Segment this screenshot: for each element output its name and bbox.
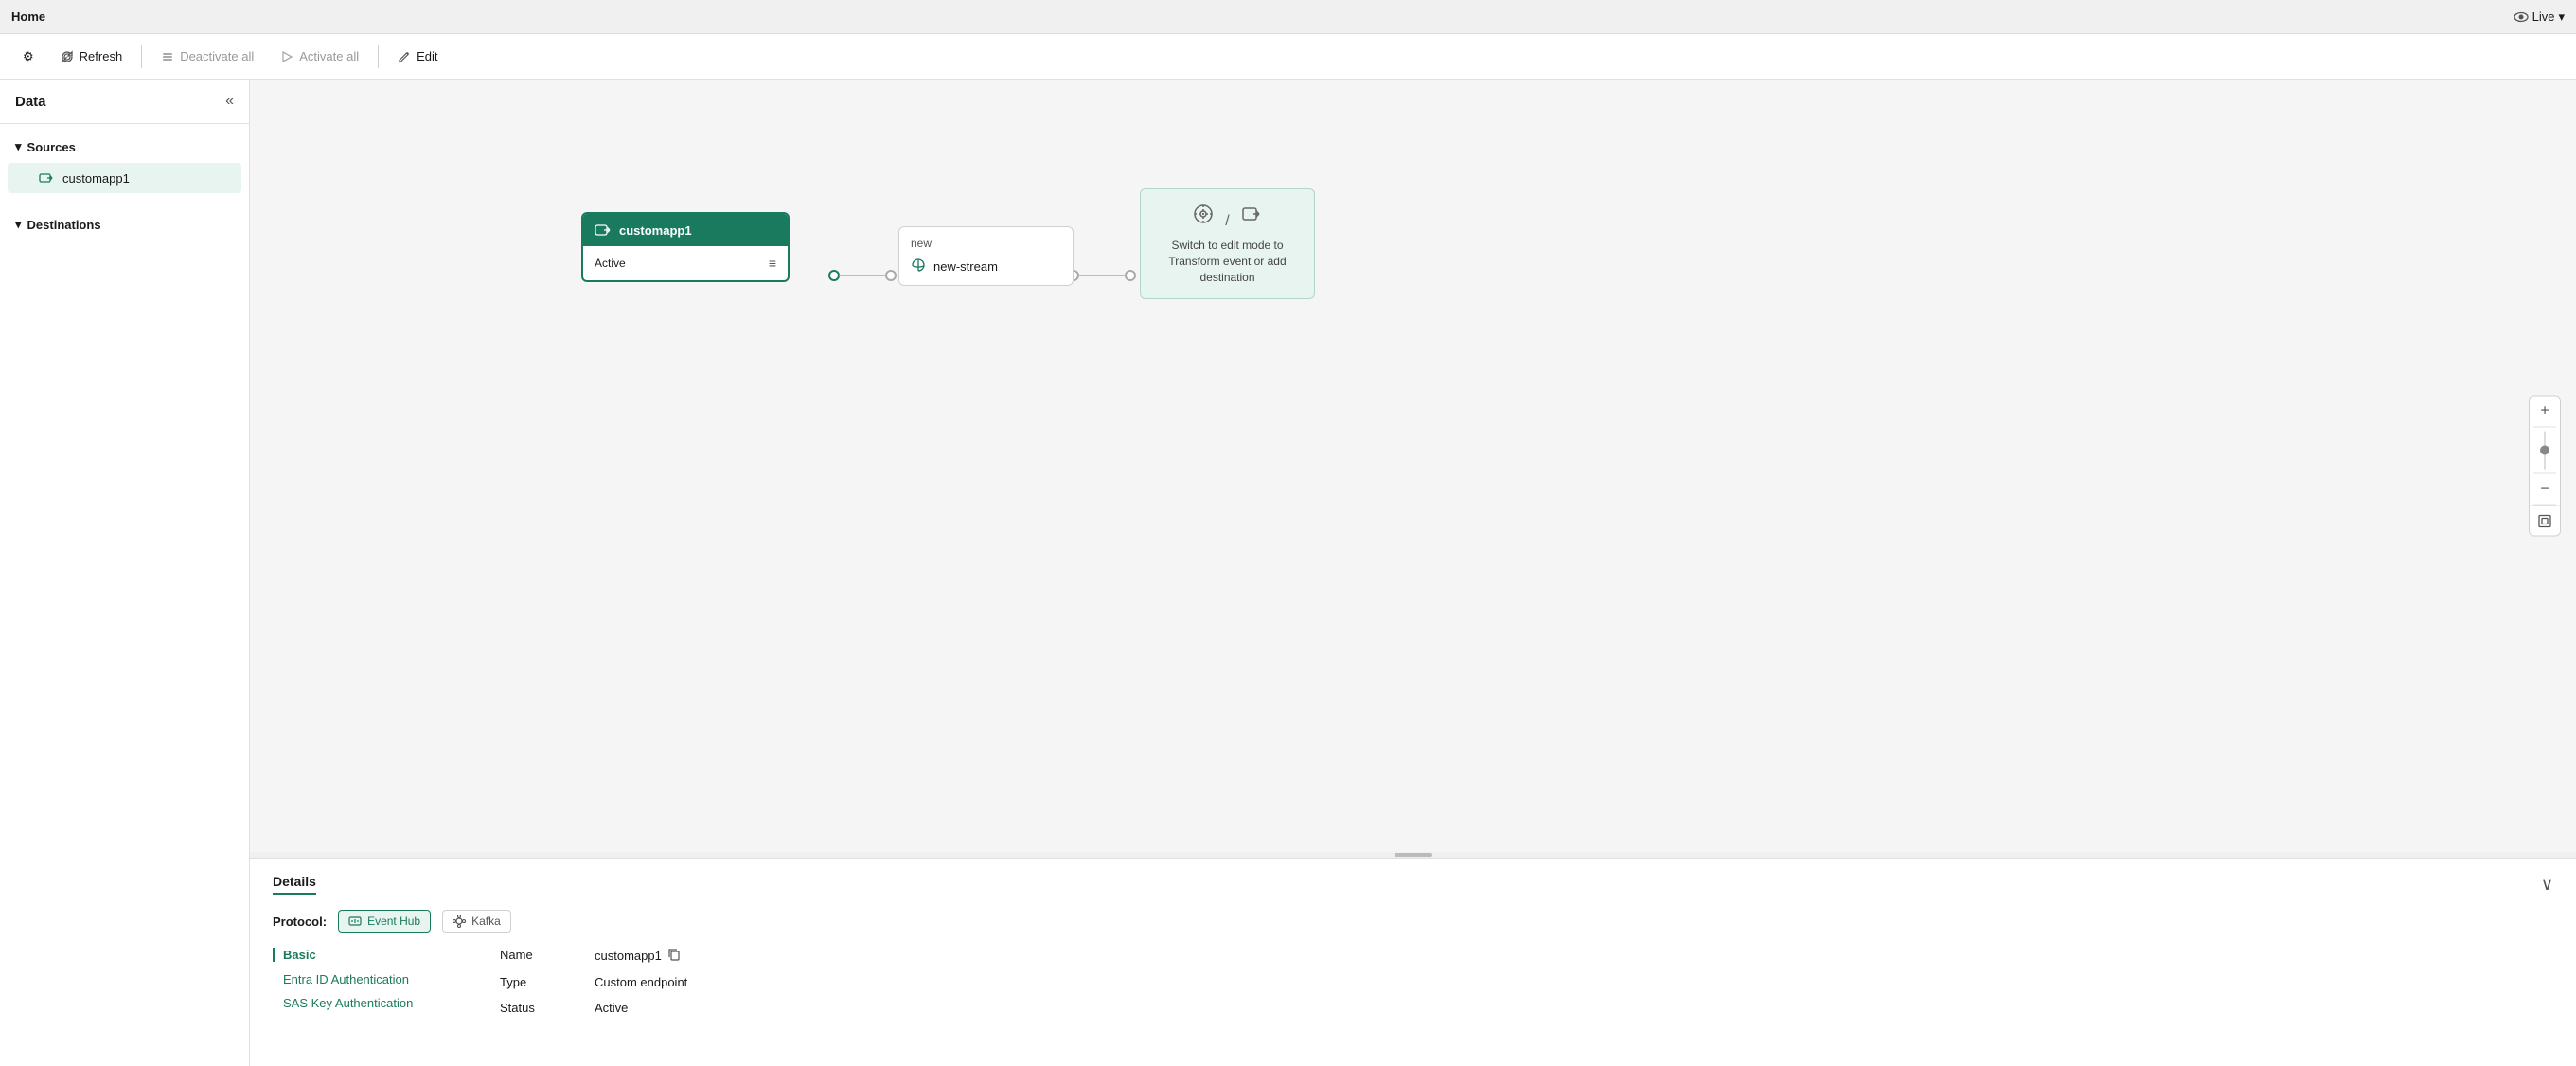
toolbar-divider-1 xyxy=(141,45,142,68)
canvas-main: customapp1 Active ≡ new xyxy=(250,80,2576,852)
canvas-background[interactable]: customapp1 Active ≡ new xyxy=(250,80,2576,852)
connector-svg xyxy=(250,80,2576,852)
details-fields: Name customapp1 xyxy=(500,948,687,1015)
settings-icon: ⚙ xyxy=(23,49,34,64)
refresh-icon xyxy=(61,50,74,63)
scroll-pill xyxy=(1395,853,1432,857)
dest-node-text: Switch to edit mode to Transform event o… xyxy=(1156,238,1299,285)
sources-section-header[interactable]: ▾ Sources xyxy=(0,132,249,162)
main-layout: Data « ▾ Sources customapp1 xyxy=(0,80,2576,1066)
protocol-eventhub-button[interactable]: Event Hub xyxy=(338,910,431,933)
field-value-status: Active xyxy=(595,1001,628,1015)
zoom-slider xyxy=(2544,428,2546,473)
eventhub-label: Event Hub xyxy=(367,915,420,928)
live-badge[interactable]: Live ▾ xyxy=(2514,9,2565,25)
details-panel: Details ∨ Protocol: Event Hub xyxy=(250,858,2576,1066)
field-row-type: Type Custom endpoint xyxy=(500,975,687,989)
details-collapse-button[interactable]: ∨ xyxy=(2541,875,2553,895)
field-row-status: Status Active xyxy=(500,1001,687,1015)
details-nav-basic: Basic xyxy=(273,948,443,962)
details-nav: Basic Entra ID Authentication SAS Key Au… xyxy=(273,948,443,1015)
zoom-in-button[interactable]: + xyxy=(2530,397,2560,427)
edit-icon xyxy=(398,50,411,63)
sources-label: Sources xyxy=(27,140,76,154)
edit-label: Edit xyxy=(417,49,437,63)
eventhub-icon xyxy=(348,915,362,928)
deactivate-all-label: Deactivate all xyxy=(180,49,254,63)
source-node-status: Active xyxy=(595,257,626,270)
details-nav-entra[interactable]: Entra ID Authentication xyxy=(273,969,443,989)
protocol-row: Protocol: Event Hub xyxy=(273,910,2553,933)
details-title: Details xyxy=(273,874,316,895)
sidebar: Data « ▾ Sources customapp1 xyxy=(0,80,250,1066)
eye-icon xyxy=(2514,9,2529,25)
canvas-area: customapp1 Active ≡ new xyxy=(250,80,2576,1066)
source-node[interactable]: customapp1 Active ≡ xyxy=(581,212,790,282)
sidebar-item-customapp1[interactable]: customapp1 xyxy=(8,163,241,193)
page-title: Home xyxy=(11,9,45,24)
kafka-label: Kafka xyxy=(471,915,501,928)
activate-all-button[interactable]: Activate all xyxy=(269,44,370,69)
kafka-icon xyxy=(453,915,466,928)
settings-button[interactable]: ⚙ xyxy=(11,44,45,70)
customapp1-icon xyxy=(38,169,55,187)
destinations-section-header[interactable]: ▾ Destinations xyxy=(0,209,249,240)
details-content: Basic Entra ID Authentication SAS Key Au… xyxy=(273,948,2553,1015)
destinations-chevron: ▾ xyxy=(15,217,22,232)
destinations-label: Destinations xyxy=(27,218,101,232)
stream-node-item: new-stream xyxy=(911,258,1061,275)
zoom-fit-button[interactable] xyxy=(2530,506,2560,536)
sidebar-destinations-section: ▾ Destinations xyxy=(0,202,249,247)
deactivate-all-button[interactable]: Deactivate all xyxy=(150,44,265,69)
field-value-name: customapp1 xyxy=(595,948,681,964)
top-bar: Home Live ▾ xyxy=(0,0,2576,34)
refresh-label: Refresh xyxy=(80,49,123,63)
zoom-out-button[interactable]: − xyxy=(2530,474,2560,505)
protocol-kafka-button[interactable]: Kafka xyxy=(442,910,511,933)
sidebar-sources-section: ▾ Sources customapp1 xyxy=(0,124,249,202)
dest-node-icons: / xyxy=(1156,203,1299,230)
source-node-header: customapp1 xyxy=(583,214,788,246)
dest-node[interactable]: / Switch to edit mode to Transform event… xyxy=(1140,188,1320,299)
refresh-button[interactable]: Refresh xyxy=(49,44,134,69)
stream-node[interactable]: new new-stream xyxy=(898,226,1074,286)
live-chevron: ▾ xyxy=(2558,9,2565,25)
sidebar-title: Data xyxy=(15,94,46,110)
source-node-icon xyxy=(595,222,612,239)
stream-icon xyxy=(911,258,926,275)
protocol-label: Protocol: xyxy=(273,915,327,929)
details-nav-sas[interactable]: SAS Key Authentication xyxy=(273,993,443,1013)
sidebar-header: Data « xyxy=(0,80,249,124)
sources-chevron: ▾ xyxy=(15,139,22,154)
field-value-type: Custom endpoint xyxy=(595,975,687,989)
field-label-name: Name xyxy=(500,948,595,964)
customapp1-label: customapp1 xyxy=(62,171,130,186)
toolbar: ⚙ Refresh Deactivate all Activate all Ed… xyxy=(0,34,2576,80)
details-header: Details ∨ xyxy=(273,874,2553,895)
field-label-status: Status xyxy=(500,1001,595,1015)
copy-name-button[interactable] xyxy=(667,948,681,964)
source-node-menu[interactable]: ≡ xyxy=(769,256,776,271)
deactivate-icon xyxy=(161,50,174,63)
activate-all-label: Activate all xyxy=(299,49,359,63)
live-label: Live xyxy=(2532,9,2555,24)
edit-button[interactable]: Edit xyxy=(386,44,449,69)
zoom-controls: + − xyxy=(2529,396,2561,537)
source-node-title: customapp1 xyxy=(619,223,692,238)
field-label-type: Type xyxy=(500,975,595,989)
stream-node-title: new xyxy=(911,237,1061,250)
field-row-name: Name customapp1 xyxy=(500,948,687,964)
sidebar-collapse-button[interactable]: « xyxy=(225,93,234,110)
source-node-body: Active ≡ xyxy=(583,246,788,280)
toolbar-divider-2 xyxy=(378,45,379,68)
fit-icon xyxy=(2537,513,2552,528)
stream-item-label: new-stream xyxy=(933,259,998,274)
activate-icon xyxy=(280,50,293,63)
copy-icon xyxy=(667,948,681,961)
